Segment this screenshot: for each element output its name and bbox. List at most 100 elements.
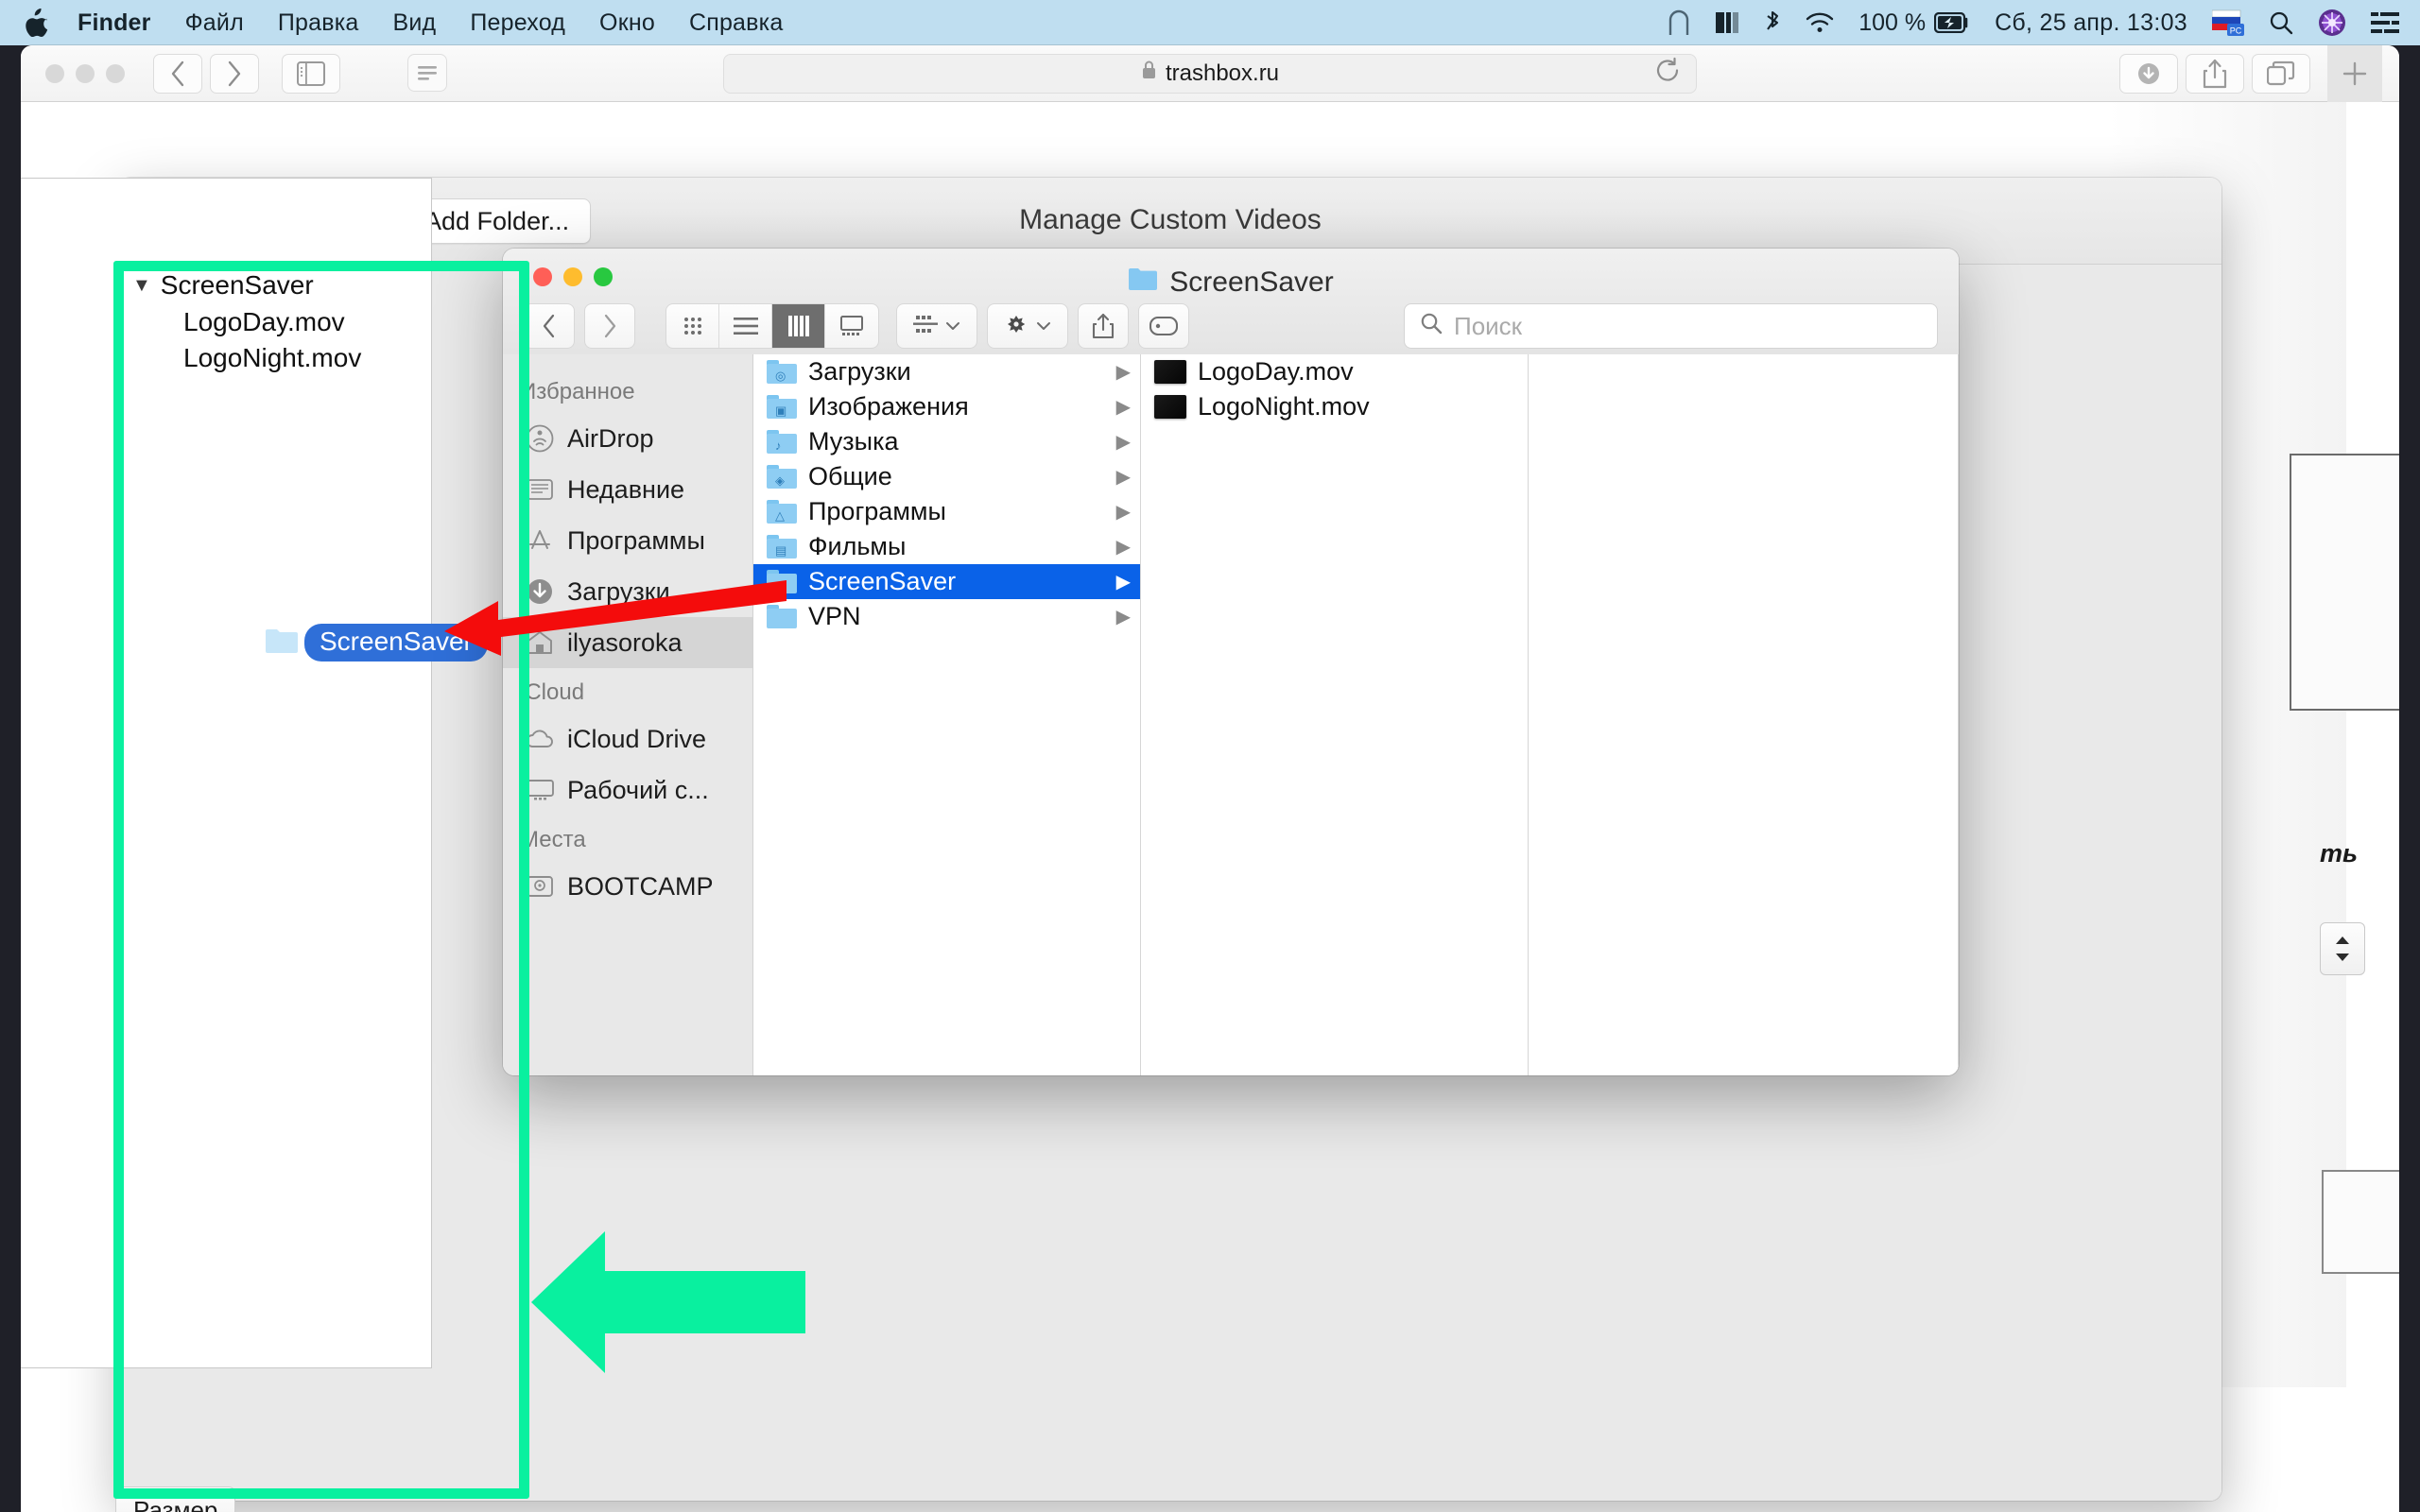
apple-logo-icon[interactable] [25, 9, 49, 37]
folder-public-icon: ◈ [767, 465, 797, 489]
finder-row-pictures[interactable]: ▣ Изображения ▶ [753, 389, 1140, 424]
finder-column-1[interactable]: ◎ Загрузки ▶ ▣ Изображения ▶ ♪ Музыка ▶ [753, 354, 1141, 1075]
reader-view-icon[interactable] [407, 53, 447, 98]
finder-action-button[interactable] [987, 303, 1068, 349]
siri-icon[interactable] [2318, 9, 2346, 37]
menu-item-window[interactable]: Окно [599, 9, 655, 37]
safari-close-button[interactable] [45, 63, 64, 83]
finder-column-3-preview[interactable] [1529, 354, 1959, 1075]
new-tab-button[interactable] [2327, 45, 2382, 102]
icon-view-icon[interactable] [666, 304, 719, 348]
window-manager-icon[interactable] [1715, 10, 1739, 35]
sidebar-header-favorites: Избранное [520, 379, 635, 404]
safari-forward-button[interactable] [210, 53, 259, 94]
sidebar-item-airdrop[interactable]: AirDrop [503, 413, 752, 464]
finder-row-label: LogoNight.mov [1198, 392, 1370, 421]
safari-minimize-button[interactable] [76, 63, 95, 83]
finder-row-downloads[interactable]: ◎ Загрузки ▶ [753, 354, 1140, 389]
tree-item-logoday[interactable]: LogoDay.mov [183, 307, 345, 337]
menu-item-file[interactable]: Файл [185, 9, 244, 37]
column-view-icon[interactable] [772, 304, 825, 348]
share-icon[interactable] [2186, 53, 2244, 94]
finder-tag-button[interactable] [1138, 303, 1189, 349]
control-center-icon[interactable] [2371, 11, 2399, 34]
sidebar-item-label: Рабочий с... [567, 775, 709, 804]
finder-row-label: Программы [808, 497, 946, 525]
finder-share-button[interactable] [1078, 303, 1129, 349]
menu-bar-status-area: 100 % Сб, 25 апр. 13:03 РС [1668, 9, 2399, 37]
chevron-right-icon: ▶ [1115, 362, 1131, 383]
bluetooth-icon[interactable] [1764, 9, 1781, 36]
safari-window: trashbox.ru ть Add Folder... Manage Cust… [21, 45, 2399, 1512]
finder-group-by-button[interactable] [896, 303, 977, 349]
webpage-text-fragment-right: ть [2320, 839, 2359, 868]
russian-flag-icon[interactable]: РС [2212, 9, 2244, 37]
caret-down-icon[interactable]: ▼ [132, 275, 151, 297]
tree-child-label: LogoDay.mov [183, 307, 345, 336]
sidebar-header-locations: Места [520, 827, 586, 852]
tree-item-logonight[interactable]: LogoNight.mov [183, 343, 361, 373]
finder-toolbar: Поиск [503, 298, 1959, 354]
chevron-right-icon: ▶ [1115, 397, 1131, 418]
finder-row-label: LogoDay.mov [1198, 357, 1354, 386]
menu-item-view[interactable]: Вид [393, 9, 437, 37]
tab-overview-icon[interactable] [2252, 53, 2310, 94]
safari-address-bar[interactable]: trashbox.ru [407, 53, 1697, 94]
gallery-view-icon[interactable] [825, 304, 878, 348]
finder-column-2[interactable]: LogoDay.mov LogoNight.mov [1141, 354, 1529, 1075]
size-button[interactable]: Размер [115, 1486, 236, 1512]
safari-toolbar-right [2119, 45, 2382, 102]
finder-row-label: Изображения [808, 392, 969, 421]
tree-item-screensaver[interactable]: ▼ ScreenSaver [132, 270, 314, 301]
finder-row-vpn[interactable]: VPN ▶ [753, 599, 1140, 634]
sidebar-toggle-icon[interactable] [282, 53, 340, 94]
menu-item-edit[interactable]: Правка [278, 9, 359, 37]
finder-row-screensaver[interactable]: ScreenSaver ▶ [753, 564, 1140, 599]
finder-view-mode-segmented[interactable] [666, 303, 879, 349]
finder-search-field[interactable]: Поиск [1404, 303, 1938, 349]
webpage-box-1 [2290, 454, 2399, 711]
search-icon [1420, 312, 1443, 341]
finder-forward-button[interactable] [584, 303, 635, 349]
wifi-icon[interactable] [1806, 11, 1834, 34]
sidebar-item-applications[interactable]: Программы [503, 515, 752, 566]
list-view-icon[interactable] [719, 304, 772, 348]
sidebar-item-label: Недавние [567, 474, 685, 504]
finder-back-button[interactable] [524, 303, 575, 349]
tree-item-label: ScreenSaver [160, 270, 314, 300]
sidebar-item-icloud-drive[interactable]: iCloud Drive [503, 713, 752, 765]
safari-traffic-lights[interactable] [45, 63, 125, 83]
green-arrow-annotation [531, 1231, 805, 1373]
safari-back-button[interactable] [153, 53, 202, 94]
sidebar-item-label: iCloud Drive [567, 724, 707, 753]
finder-row-label: ScreenSaver [808, 567, 957, 595]
menu-bar-clock[interactable]: Сб, 25 апр. 13:03 [1995, 9, 2187, 37]
finder-row-label: VPN [808, 602, 861, 630]
finder-row-logoday[interactable]: LogoDay.mov [1141, 354, 1528, 389]
sidebar-item-recents[interactable]: Недавние [503, 464, 752, 515]
finder-row-music[interactable]: ♪ Музыка ▶ [753, 424, 1140, 459]
downloads-icon[interactable] [2119, 53, 2178, 94]
folder-icon [265, 627, 299, 659]
chevron-right-icon: ▶ [1115, 502, 1131, 523]
menu-item-help[interactable]: Справка [689, 9, 783, 37]
vpn-tunnel-icon[interactable] [1668, 9, 1690, 36]
menu-app-name[interactable]: Finder [78, 9, 151, 37]
finder-row-logonight[interactable]: LogoNight.mov [1141, 389, 1528, 424]
battery-status[interactable]: 100 % [1858, 9, 1970, 37]
finder-row-label: Фильмы [808, 532, 907, 560]
battery-charging-icon [1934, 12, 1970, 33]
menu-item-go[interactable]: Переход [470, 9, 565, 37]
stepper-updown-icon[interactable] [2320, 922, 2365, 975]
finder-row-movies[interactable]: ▤ Фильмы ▶ [753, 529, 1140, 564]
finder-row-applications[interactable]: △ Программы ▶ [753, 494, 1140, 529]
safari-sidebar-group [282, 53, 348, 94]
spotlight-search-icon[interactable] [2269, 10, 2293, 35]
finder-row-public[interactable]: ◈ Общие ▶ [753, 459, 1140, 494]
reload-icon[interactable] [1654, 57, 1681, 90]
sidebar-item-bootcamp[interactable]: BOOTCAMP [503, 861, 752, 912]
safari-zoom-button[interactable] [106, 63, 125, 83]
sidebar-item-desktop[interactable]: Рабочий с... [503, 765, 752, 816]
chevron-right-icon: ▶ [1115, 467, 1131, 488]
sidebar-item-label: Программы [567, 525, 705, 555]
